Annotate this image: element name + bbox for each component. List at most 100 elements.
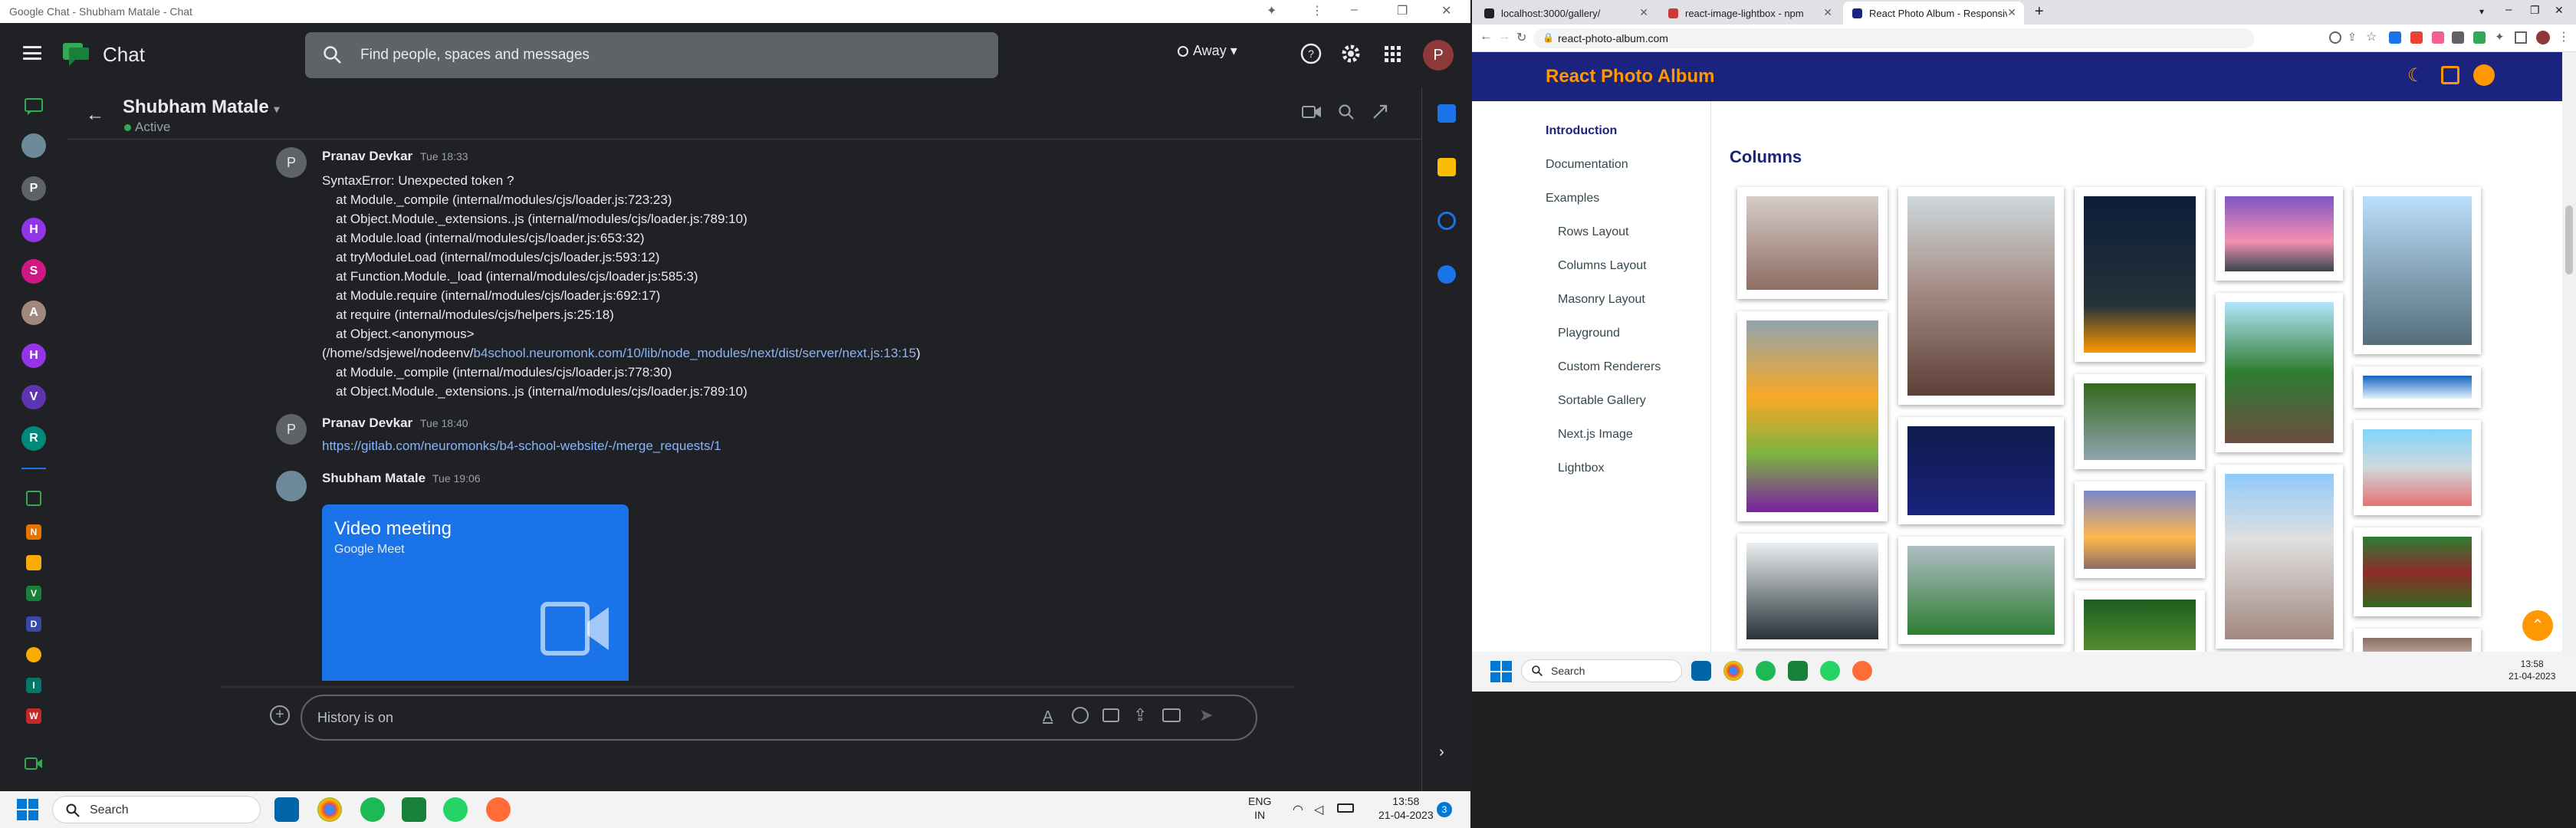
browser-tab-active[interactable]: React Photo Album - Responsive ✕ — [1843, 2, 2024, 25]
github-icon[interactable] — [2473, 64, 2495, 86]
gallery-photo[interactable] — [2216, 293, 2343, 452]
settings-gear-icon[interactable] — [1339, 41, 1363, 66]
search-icon[interactable] — [1337, 103, 1355, 121]
profile-avatar[interactable] — [2536, 31, 2550, 44]
bookmark-star-icon[interactable]: ☆ — [2366, 29, 2377, 44]
gallery-photo[interactable] — [2216, 465, 2343, 649]
page-scrollbar[interactable] — [2562, 52, 2576, 652]
postman-icon[interactable] — [486, 797, 511, 822]
rail-space[interactable]: N — [26, 524, 41, 540]
taskbar-search[interactable]: Search — [1521, 659, 1682, 682]
nav-item-introduction[interactable]: Introduction — [1546, 124, 1617, 138]
gallery-photo[interactable] — [1737, 311, 1888, 521]
gallery-photo[interactable] — [2075, 481, 2205, 578]
rail-avatar-photo[interactable] — [21, 133, 46, 158]
collapse-icon[interactable] — [1371, 103, 1389, 121]
gallery-photo[interactable] — [1737, 187, 1888, 299]
postman-icon[interactable] — [1852, 661, 1872, 681]
close-button[interactable]: ✕ — [2555, 4, 2564, 17]
rail-space[interactable]: V — [26, 586, 41, 601]
restore-button[interactable]: ❐ — [2530, 4, 2540, 17]
scroll-to-top-button[interactable]: ⌃ — [2522, 610, 2553, 641]
gallery-photo[interactable] — [2075, 590, 2205, 652]
volume-icon[interactable]: ◁ — [1314, 802, 1323, 817]
lock-icon[interactable]: 🔒 — [1543, 32, 1554, 43]
gallery-photo[interactable] — [2354, 366, 2481, 408]
minimize-button[interactable]: – — [2505, 3, 2512, 16]
close-button[interactable]: ✕ — [1441, 3, 1451, 18]
message-compose-box[interactable]: History is on A ⇪ ➤ — [301, 695, 1257, 741]
rail-avatar[interactable]: P — [21, 176, 46, 201]
reload-icon[interactable]: ↻ — [1516, 30, 1526, 45]
nav-item-masonry-layout[interactable]: Masonry Layout — [1558, 293, 1645, 307]
back-arrow-icon[interactable]: ← — [86, 104, 104, 126]
language-indicator[interactable]: ENG IN — [1248, 794, 1271, 822]
chrome-icon[interactable] — [1723, 661, 1743, 681]
share-icon[interactable]: ⇪ — [2348, 31, 2357, 44]
extension-icon[interactable] — [2410, 31, 2423, 44]
video-meeting-card[interactable]: Video meeting Google Meet — [322, 504, 629, 681]
keep-icon[interactable] — [1438, 158, 1456, 176]
close-tab-icon[interactable]: ✕ — [1823, 6, 1832, 19]
rail-space[interactable]: I — [26, 678, 41, 693]
whatsapp-icon[interactable] — [1820, 661, 1840, 681]
nav-item-custom-renderers[interactable]: Custom Renderers — [1558, 360, 1661, 374]
close-tab-icon[interactable]: ✕ — [2007, 6, 2016, 19]
restore-button[interactable]: ❐ — [1397, 3, 1408, 18]
more-icon[interactable]: ⋮ — [1311, 3, 1323, 18]
rail-avatar[interactable]: S — [21, 259, 46, 284]
help-icon[interactable]: ? — [1299, 41, 1323, 66]
tasks-icon[interactable] — [1438, 212, 1456, 230]
new-tab-icon[interactable]: + — [2035, 3, 2044, 21]
battery-icon[interactable] — [1337, 803, 1354, 813]
apps-grid-icon[interactable] — [1380, 41, 1405, 66]
gif-icon[interactable] — [1102, 708, 1119, 722]
rail-space[interactable]: D — [26, 616, 41, 632]
back-arrow-icon[interactable]: ← — [1480, 30, 1492, 44]
nav-item-nextjs-image[interactable]: Next.js Image — [1558, 428, 1633, 442]
close-tab-icon[interactable]: ✕ — [1639, 6, 1648, 19]
gallery-photo[interactable] — [2354, 527, 2481, 616]
google-lens-icon[interactable] — [2329, 31, 2341, 44]
add-attachment-icon[interactable]: + — [270, 705, 290, 725]
emoji-icon[interactable] — [1072, 707, 1089, 724]
gallery-photo[interactable] — [1898, 537, 2064, 644]
wifi-icon[interactable]: ◠ — [1293, 802, 1303, 817]
extension-icon[interactable] — [2389, 31, 2401, 44]
meet-nav-icon[interactable] — [25, 756, 43, 771]
rail-space-emoji-icon[interactable] — [26, 555, 41, 570]
taskbar-search[interactable]: Search — [52, 796, 261, 823]
vscode-icon[interactable] — [274, 797, 299, 822]
chrome-icon[interactable] — [317, 797, 342, 822]
vscode-icon[interactable] — [1691, 661, 1711, 681]
rail-avatar[interactable]: R — [21, 426, 46, 451]
more-icon[interactable]: ⋮ — [2558, 29, 2570, 44]
gallery-photo[interactable] — [2354, 420, 2481, 515]
expand-panel-icon[interactable]: › — [1439, 744, 1444, 761]
gallery-photo[interactable] — [1898, 417, 2064, 524]
rail-avatar[interactable]: H — [21, 343, 46, 368]
nav-item-rows-layout[interactable]: Rows Layout — [1558, 225, 1629, 239]
windows-start-icon[interactable] — [1490, 661, 1512, 682]
gallery-photo[interactable] — [2354, 629, 2481, 652]
video-meet-icon[interactable] — [1162, 708, 1181, 722]
notification-badge[interactable]: 3 — [1437, 802, 1452, 817]
clock[interactable]: 13:58 21-04-2023 — [1378, 794, 1434, 822]
upload-icon[interactable]: ⇪ — [1133, 705, 1147, 725]
spotify-icon[interactable] — [1756, 661, 1776, 681]
dark-mode-moon-icon[interactable]: ☾ — [2407, 64, 2424, 87]
nav-item-documentation[interactable]: Documentation — [1546, 158, 1628, 172]
site-title[interactable]: React Photo Album — [1546, 66, 1714, 87]
extension-icon[interactable] — [2452, 31, 2464, 44]
video-call-icon[interactable] — [1302, 104, 1322, 120]
rail-avatar[interactable]: A — [21, 301, 46, 325]
google-chat-app-icon[interactable] — [1788, 661, 1808, 681]
gallery-photo[interactable] — [1898, 187, 2064, 405]
extension-icon[interactable] — [2432, 31, 2444, 44]
gallery-photo[interactable] — [2216, 187, 2343, 281]
forward-arrow-icon[interactable]: → — [1498, 30, 1510, 44]
gallery-photo[interactable] — [2354, 187, 2481, 354]
gallery-photo[interactable] — [1737, 534, 1888, 649]
rail-space-emoji-icon[interactable] — [26, 647, 41, 662]
spaces-icon[interactable] — [26, 491, 41, 506]
